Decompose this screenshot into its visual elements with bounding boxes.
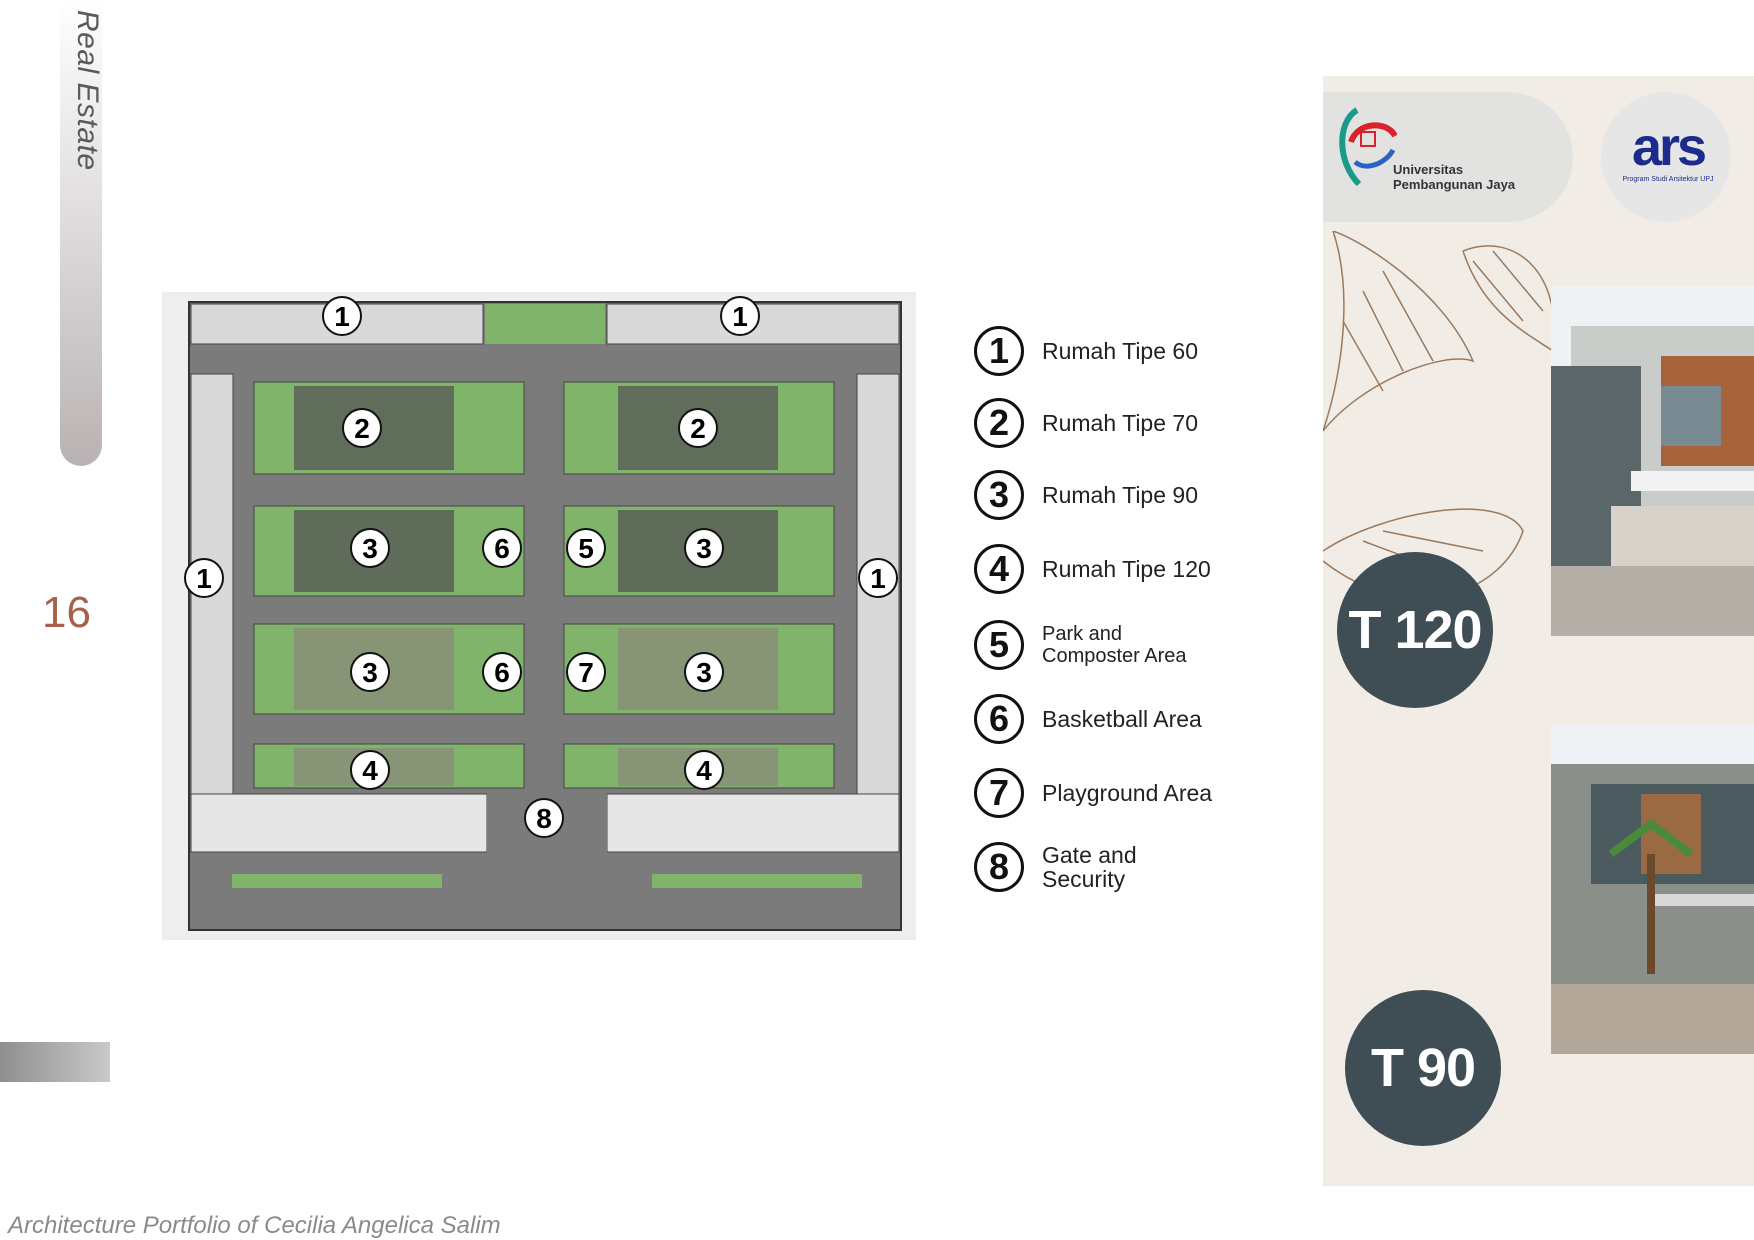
site-plan-drawing: 1 1 1 1 2 2 3 6 5 3 3 6 7 3 4 4 8 xyxy=(162,292,916,940)
marker-3-lower-right: 3 xyxy=(684,652,724,692)
legend-label-line2: Security xyxy=(1042,866,1126,892)
bottom-tree-strip-right xyxy=(652,874,862,888)
legend-item-6: 6 Basketball Area xyxy=(974,690,1202,748)
svg-text:3: 3 xyxy=(362,657,378,688)
marker-1-left: 1 xyxy=(184,558,224,598)
footer-text: Architecture Portfolio of Cecilia Angeli… xyxy=(8,1212,501,1239)
svg-text:3: 3 xyxy=(362,533,378,564)
marker-2-left: 2 xyxy=(342,408,382,448)
legend-number: 6 xyxy=(974,694,1024,744)
legend-label: Rumah Tipe 120 xyxy=(1042,556,1211,582)
legend-item-4: 4 Rumah Tipe 120 xyxy=(974,540,1211,598)
legend-item-2: 2 Rumah Tipe 70 xyxy=(974,394,1198,452)
legend-number: 1 xyxy=(974,326,1024,376)
legend-item-3: 3 Rumah Tipe 90 xyxy=(974,466,1198,524)
legend-number: 2 xyxy=(974,398,1024,448)
legend-number: 3 xyxy=(974,470,1024,520)
marker-6-lower: 6 xyxy=(482,652,522,692)
legend-item-7: 7 Playground Area xyxy=(974,764,1212,822)
legend-label-line1: Gate and xyxy=(1042,842,1137,868)
svg-text:1: 1 xyxy=(334,301,350,332)
marker-4-left: 4 xyxy=(350,750,390,790)
marker-3-upper-right: 3 xyxy=(684,528,724,568)
legend-item-8: 8 Gate and Security xyxy=(974,838,1137,896)
section-title: Real Estate xyxy=(71,10,104,171)
marker-3-upper-left: 3 xyxy=(350,528,390,568)
legend-number: 8 xyxy=(974,842,1024,892)
right-panel: Universitas Pembangunan Jaya ars Program… xyxy=(1323,76,1754,1186)
marker-8: 8 xyxy=(524,798,564,838)
legend-label: Gate and Security xyxy=(1042,843,1137,891)
badge-t120: T 120 xyxy=(1337,552,1493,708)
legend-label: Rumah Tipe 70 xyxy=(1042,410,1198,436)
marker-1-right: 1 xyxy=(858,558,898,598)
svg-text:8: 8 xyxy=(536,803,552,834)
house-render-t120 xyxy=(1551,286,1754,636)
svg-text:5: 5 xyxy=(578,533,594,564)
legend-label-line1: Park and xyxy=(1042,623,1123,645)
top-green xyxy=(485,304,605,344)
legend-item-1: 1 Rumah Tipe 60 xyxy=(974,322,1198,380)
upj-line1: Universitas xyxy=(1393,162,1464,177)
marker-7: 7 xyxy=(566,652,606,692)
accent-bar xyxy=(0,1042,110,1082)
ars-logo-subtext: Program Studi Arsitektur UPJ xyxy=(1622,176,1714,183)
marker-6-upper: 6 xyxy=(482,528,522,568)
svg-text:1: 1 xyxy=(732,301,748,332)
legend-label: Rumah Tipe 90 xyxy=(1042,482,1198,508)
svg-text:3: 3 xyxy=(696,657,712,688)
marker-1-top-left: 1 xyxy=(322,296,362,336)
svg-text:6: 6 xyxy=(494,533,510,564)
house-render-t90 xyxy=(1551,724,1754,1054)
upj-line2: Pembangunan Jaya xyxy=(1393,177,1516,192)
svg-text:1: 1 xyxy=(196,563,212,594)
legend-label-line2: Composter Area xyxy=(1042,645,1187,667)
svg-text:3: 3 xyxy=(696,533,712,564)
svg-text:2: 2 xyxy=(354,413,370,444)
ars-logo-text: ars xyxy=(1631,117,1707,177)
upj-logo-text: Universitas Pembangunan Jaya xyxy=(1393,162,1515,192)
badge-t90: T 90 xyxy=(1345,990,1501,1146)
svg-text:4: 4 xyxy=(362,755,378,786)
legend-number: 7 xyxy=(974,768,1024,818)
legend-number: 5 xyxy=(974,620,1024,670)
svg-text:7: 7 xyxy=(578,657,594,688)
legend-label: Park and Composter Area xyxy=(1042,623,1187,667)
legend-item-5: 5 Park and Composter Area xyxy=(974,616,1187,674)
marker-3-lower-left: 3 xyxy=(350,652,390,692)
legend-label: Basketball Area xyxy=(1042,706,1202,732)
svg-text:2: 2 xyxy=(690,413,706,444)
marker-2-right: 2 xyxy=(678,408,718,448)
marker-4-right: 4 xyxy=(684,750,724,790)
legend-label: Rumah Tipe 60 xyxy=(1042,338,1198,364)
bottom-house-row-right xyxy=(606,793,900,853)
legend-number: 4 xyxy=(974,544,1024,594)
marker-5: 5 xyxy=(566,528,606,568)
bottom-tree-strip-left xyxy=(232,874,442,888)
legend-label: Playground Area xyxy=(1042,780,1213,806)
svg-text:6: 6 xyxy=(494,657,510,688)
svg-text:1: 1 xyxy=(870,563,886,594)
site-plan: 1 1 1 1 2 2 3 6 5 3 3 6 7 3 4 4 8 xyxy=(162,292,916,940)
page-number: 16 xyxy=(42,588,91,637)
bottom-house-row-left xyxy=(190,793,488,853)
marker-1-top-right: 1 xyxy=(720,296,760,336)
upj-logo-icon xyxy=(1339,107,1397,187)
svg-text:4: 4 xyxy=(696,755,712,786)
